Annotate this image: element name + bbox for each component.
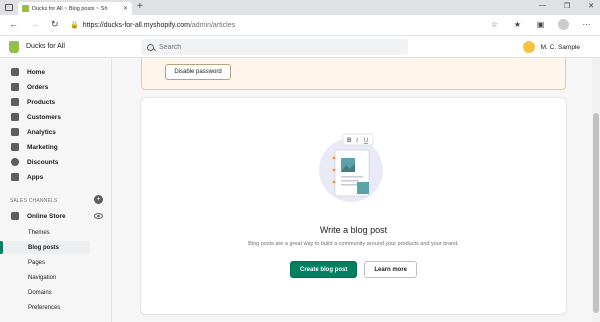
sidebar-subitem-domains[interactable]: Domains bbox=[0, 286, 90, 299]
back-icon[interactable]: ← bbox=[9, 19, 18, 29]
person-icon bbox=[11, 113, 19, 121]
sidebar-item-customers[interactable]: Customers bbox=[0, 110, 112, 124]
sidebar-item-analytics[interactable]: Analytics bbox=[0, 125, 112, 139]
maximize-icon[interactable]: ❐ bbox=[564, 2, 570, 10]
create-blog-post-button[interactable]: Create blog post bbox=[289, 261, 358, 278]
megaphone-icon bbox=[11, 143, 19, 151]
collections-icon[interactable]: ▣ bbox=[535, 19, 546, 30]
bar-chart-icon bbox=[11, 128, 19, 136]
discount-icon bbox=[11, 158, 19, 166]
browser-tab-bar: Ducks for All ~ Blog posts ~ Sh ✕ + — ❐ … bbox=[0, 0, 600, 15]
lock-icon: 🔒 bbox=[70, 22, 79, 29]
user-menu[interactable]: M. C. Sample bbox=[522, 41, 580, 53]
sidebar-item-apps[interactable]: Apps bbox=[0, 170, 112, 184]
new-tab-icon[interactable]: + bbox=[137, 1, 143, 13]
store-icon bbox=[11, 212, 19, 220]
browser-toolbar: ☆ ★ ▣ ⋯ bbox=[489, 19, 592, 30]
search-box[interactable] bbox=[141, 39, 408, 55]
sales-channels-heading: SALES CHANNELS bbox=[10, 198, 58, 204]
sidebar-item-label: Home bbox=[27, 68, 46, 76]
blog-illustration-icon: B I U bbox=[319, 133, 383, 202]
browser-address-bar: ← → ↻ 🔒 https://ducks-for-all.myshopify.c… bbox=[0, 15, 600, 36]
close-window-icon[interactable]: ✕ bbox=[588, 2, 594, 10]
sidebar-subitem-preferences[interactable]: Preferences bbox=[0, 301, 90, 314]
more-menu-icon[interactable]: ⋯ bbox=[581, 19, 592, 30]
home-icon bbox=[11, 68, 19, 76]
tag-icon bbox=[11, 98, 19, 106]
sidebar-subitem-blog-posts[interactable]: Blog posts bbox=[0, 241, 90, 254]
favorites-add-icon[interactable]: ☆ bbox=[489, 19, 500, 30]
svg-text:B: B bbox=[347, 138, 352, 144]
blog-posts-empty-state: B I U Write a blog post Blog posts are a… bbox=[141, 98, 566, 314]
apps-icon bbox=[11, 173, 19, 181]
sidebar: Home Orders Products Customers Analytics… bbox=[0, 58, 112, 322]
url-field[interactable]: 🔒 https://ducks-for-all.myshopify.com/adm… bbox=[70, 21, 235, 29]
url-host: https://ducks-for-all.myshopify.com bbox=[82, 22, 190, 29]
shopify-favicon-icon bbox=[22, 5, 29, 12]
forward-icon[interactable]: → bbox=[30, 19, 39, 29]
window-controls: — ❐ ✕ bbox=[539, 2, 594, 10]
search-input[interactable] bbox=[159, 43, 359, 51]
profile-icon[interactable] bbox=[558, 19, 569, 30]
close-tab-icon[interactable]: ✕ bbox=[123, 5, 128, 12]
tab-title: Ducks for All ~ Blog posts ~ Sh bbox=[32, 5, 108, 12]
admin-top-bar: Ducks for All M. C. Sample bbox=[0, 36, 600, 58]
disable-password-button[interactable]: Disable password bbox=[165, 64, 231, 80]
sidebar-item-label: Marketing bbox=[27, 143, 58, 151]
sidebar-subitem-navigation[interactable]: Navigation bbox=[0, 271, 90, 284]
store-name[interactable]: Ducks for All bbox=[26, 43, 65, 50]
svg-text:U: U bbox=[364, 138, 368, 144]
add-channel-icon[interactable]: + bbox=[94, 195, 103, 204]
sidebar-item-orders[interactable]: Orders bbox=[0, 80, 112, 94]
empty-state-actions: Create blog post Learn more bbox=[141, 261, 566, 278]
sidebar-item-home[interactable]: Home bbox=[0, 65, 112, 79]
avatar bbox=[522, 41, 535, 53]
sidebar-item-marketing[interactable]: Marketing bbox=[0, 140, 112, 154]
browser-tab[interactable]: Ducks for All ~ Blog posts ~ Sh ✕ bbox=[18, 2, 132, 15]
sidebar-item-label: Orders bbox=[27, 83, 49, 91]
password-banner: Disable password bbox=[141, 58, 566, 90]
tab-actions-icon[interactable] bbox=[5, 4, 13, 11]
sidebar-item-label: Products bbox=[27, 98, 56, 106]
sidebar-subitem-pages[interactable]: Pages bbox=[0, 256, 90, 269]
shopify-logo-icon[interactable] bbox=[9, 41, 19, 53]
sidebar-item-discounts[interactable]: Discounts bbox=[0, 155, 112, 169]
sidebar-item-label: Online Store bbox=[27, 212, 66, 220]
sidebar-item-label: Apps bbox=[27, 173, 44, 181]
minimize-icon[interactable]: — bbox=[539, 2, 546, 10]
reload-icon[interactable]: ↻ bbox=[51, 19, 59, 30]
orders-icon bbox=[11, 83, 19, 91]
sidebar-item-products[interactable]: Products bbox=[0, 95, 112, 109]
learn-more-button[interactable]: Learn more bbox=[364, 261, 418, 278]
empty-state-description: Blog posts are a great way to build a co… bbox=[248, 241, 459, 247]
user-name: M. C. Sample bbox=[540, 43, 580, 51]
view-store-eye-icon[interactable] bbox=[94, 213, 103, 219]
search-icon bbox=[147, 43, 154, 51]
url-path: /admin/articles bbox=[189, 22, 236, 29]
sidebar-item-label: Customers bbox=[27, 113, 61, 121]
sidebar-subitem-themes[interactable]: Themes bbox=[0, 226, 90, 239]
favorites-icon[interactable]: ★ bbox=[512, 19, 523, 30]
sidebar-item-label: Discounts bbox=[27, 158, 59, 166]
scrollbar-thumb[interactable] bbox=[593, 113, 599, 313]
page-scrollbar[interactable] bbox=[592, 58, 600, 322]
sidebar-item-label: Analytics bbox=[27, 128, 56, 136]
empty-state-title: Write a blog post bbox=[319, 225, 388, 235]
